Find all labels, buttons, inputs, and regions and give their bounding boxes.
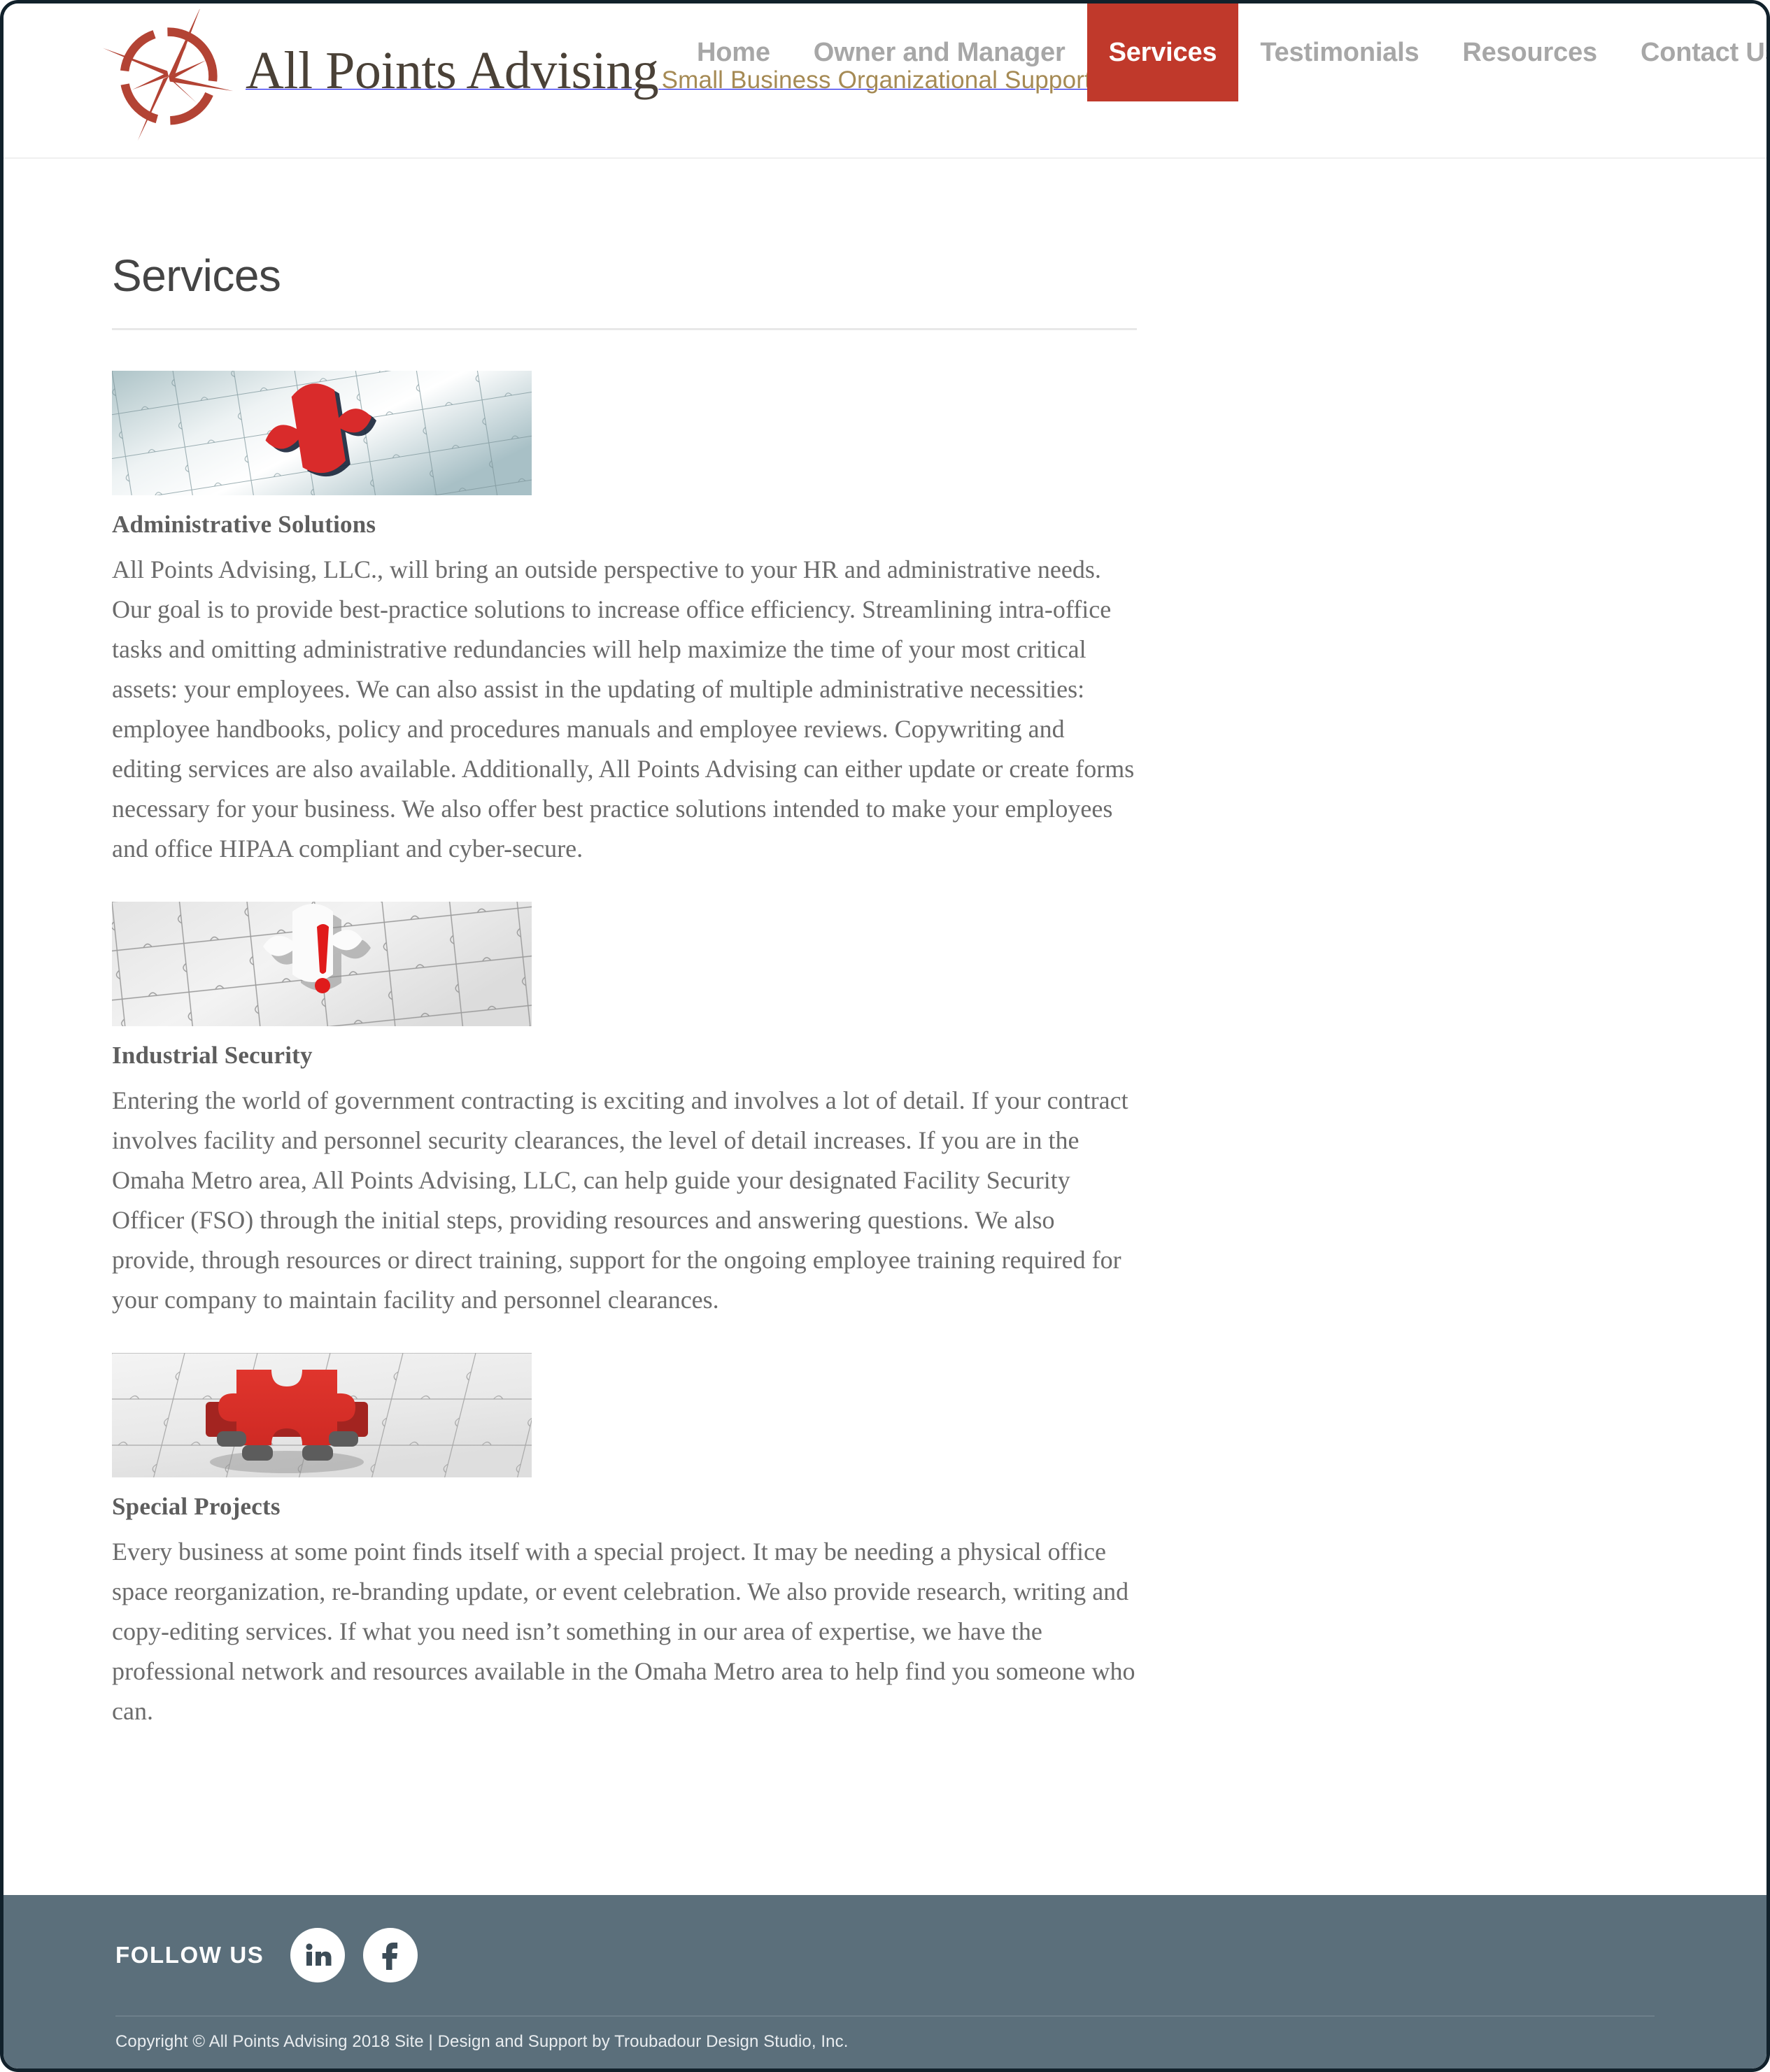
nav-item-owner-and-manager[interactable]: Owner and Manager: [792, 3, 1087, 101]
main-content: Services Administrative Solutions All Po…: [3, 250, 1767, 1859]
service-block-administrative-solutions: Administrative Solutions All Points Advi…: [112, 371, 1137, 869]
logo-title: All Points Advising: [246, 41, 659, 100]
browser-page-frame: All Points Advising Small Business Organ…: [0, 0, 1770, 2072]
main-navigation: Home Owner and Manager Services Testimon…: [675, 3, 1767, 101]
service-heading: Special Projects: [112, 1493, 281, 1520]
site-header: All Points Advising Small Business Organ…: [3, 3, 1767, 159]
service-body: All Points Advising, LLC., will bring an…: [112, 555, 1135, 863]
service-heading: Administrative Solutions: [112, 511, 376, 538]
nav-item-services[interactable]: Services: [1086, 3, 1239, 101]
facebook-icon[interactable]: [363, 1928, 418, 1982]
footer-social-row: FOLLOW US: [3, 1895, 1767, 2015]
service-body: Every business at some point finds itsel…: [112, 1538, 1135, 1725]
footer-copyright: Copyright © All Points Advising 2018 Sit…: [115, 2032, 849, 2051]
linkedin-icon[interactable]: [290, 1928, 346, 1982]
content-column: Services Administrative Solutions All Po…: [112, 250, 1137, 1731]
puzzle-3d-red-piece-image: [112, 1353, 532, 1477]
service-block-special-projects: Special Projects Every business at some …: [112, 1353, 1137, 1731]
site-footer: FOLLOW US Copyright © All Points Advisin…: [3, 1895, 1767, 2069]
service-body: Entering the world of government contrac…: [112, 1086, 1128, 1314]
page-title: Services: [112, 250, 281, 301]
compass-rose-icon: [101, 6, 236, 143]
nav-item-home[interactable]: Home: [675, 3, 792, 101]
service-block-industrial-security: Industrial Security Entering the world o…: [112, 902, 1137, 1320]
puzzle-red-piece-blue-image: [112, 371, 532, 495]
nav-item-testimonials[interactable]: Testimonials: [1238, 3, 1440, 101]
follow-us-label: FOLLOW US: [115, 1942, 264, 1968]
puzzle-exclamation-mark-image: [112, 902, 532, 1026]
page-title-divider: [112, 328, 1137, 330]
nav-item-resources[interactable]: Resources: [1440, 3, 1619, 101]
nav-item-contact-us[interactable]: Contact Us: [1619, 3, 1767, 101]
service-heading: Industrial Security: [112, 1042, 313, 1069]
